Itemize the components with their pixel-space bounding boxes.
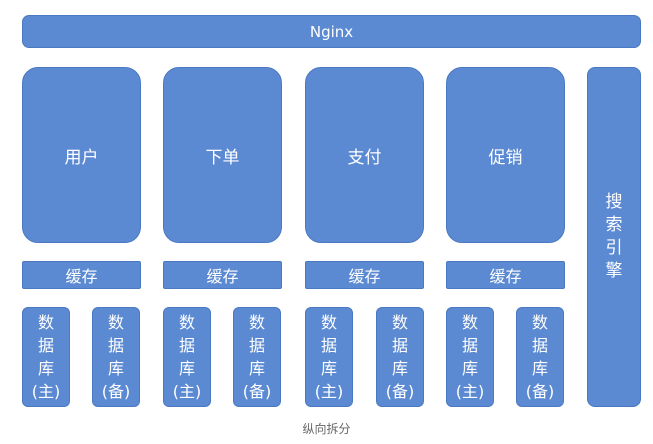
service-label: 支付 xyxy=(347,147,382,168)
cache-label: 缓存 xyxy=(489,267,522,286)
db-label: 数 据 库 (备) xyxy=(385,313,415,401)
search-engine: 搜 索 引 擎 xyxy=(587,67,641,407)
db-backup-promotion: 数 据 库 (备) xyxy=(516,307,564,407)
db-label: 数 据 库 (主) xyxy=(455,313,485,401)
service-payment: 支付 xyxy=(305,67,424,243)
db-primary-order: 数 据 库 (主) xyxy=(163,307,211,407)
db-label: 数 据 库 (主) xyxy=(31,313,61,401)
cache-label: 缓存 xyxy=(206,267,239,286)
diagram-caption: 纵向拆分 xyxy=(302,422,351,436)
service-label: 促销 xyxy=(488,147,523,168)
search-engine-label: 搜 索 引 擎 xyxy=(605,192,623,281)
cache-payment: 缓存 xyxy=(305,261,424,289)
service-promotion: 促销 xyxy=(446,67,565,243)
db-label: 数 据 库 (主) xyxy=(172,313,202,401)
cache-label: 缓存 xyxy=(65,267,98,286)
service-order: 下单 xyxy=(163,67,282,243)
db-label: 数 据 库 (备) xyxy=(242,313,272,401)
db-backup-payment: 数 据 库 (备) xyxy=(376,307,424,407)
cache-user: 缓存 xyxy=(22,261,141,289)
service-label: 用户 xyxy=(64,147,99,168)
db-label: 数 据 库 (主) xyxy=(314,313,344,401)
db-label: 数 据 库 (备) xyxy=(101,313,131,401)
service-user: 用户 xyxy=(22,67,141,243)
cache-promotion: 缓存 xyxy=(446,261,565,289)
cache-order: 缓存 xyxy=(163,261,282,289)
db-primary-user: 数 据 库 (主) xyxy=(22,307,70,407)
nginx-layer: Nginx xyxy=(22,15,641,48)
db-backup-user: 数 据 库 (备) xyxy=(92,307,140,407)
db-backup-order: 数 据 库 (备) xyxy=(233,307,281,407)
db-label: 数 据 库 (备) xyxy=(525,313,555,401)
nginx-label: Nginx xyxy=(309,22,354,41)
db-primary-promotion: 数 据 库 (主) xyxy=(446,307,494,407)
cache-label: 缓存 xyxy=(348,267,381,286)
db-primary-payment: 数 据 库 (主) xyxy=(305,307,353,407)
service-label: 下单 xyxy=(205,147,240,168)
